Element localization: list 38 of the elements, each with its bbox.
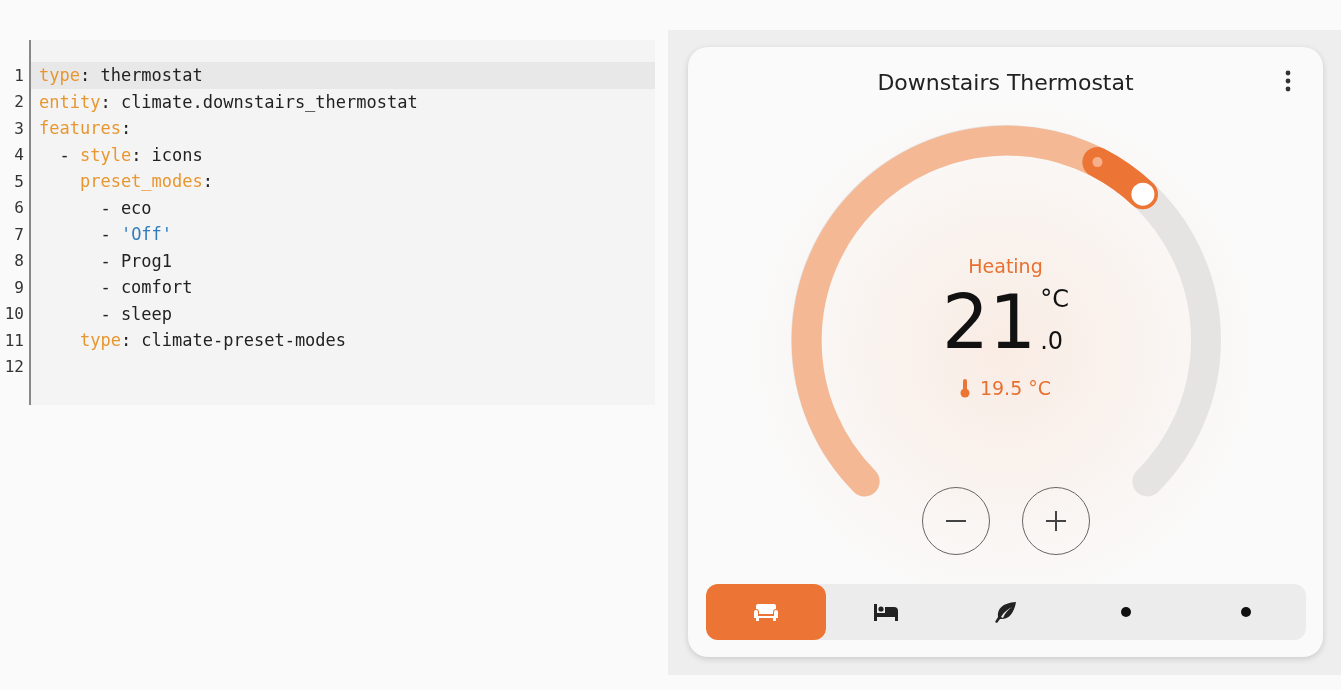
target-temperature: 21 [942,285,1037,359]
code-line: - sleep [99,303,173,324]
minus-icon [945,520,966,522]
hvac-action: Heating [968,255,1043,277]
target-decimal: .0 [1040,327,1065,355]
line-number: 5 [13,171,24,191]
line-number: 10 [3,304,24,324]
dot-icon [1240,607,1251,617]
code-line: - 'Off' [99,224,173,245]
line-number: 4 [13,145,24,165]
code-line: features: [38,118,132,139]
plus-icon [1045,511,1066,531]
line-number: 3 [13,118,24,138]
code-line: - comfort [99,277,193,298]
leaf-icon [993,601,1018,623]
line-number: 6 [13,198,24,218]
bed-icon [872,603,899,621]
dot-icon [1120,607,1131,617]
more-options-icon[interactable] [1285,70,1291,92]
code-line: type: thermostat [38,65,203,86]
code-line: - style: icons [58,144,203,165]
line-number: 11 [3,330,24,350]
sofa-icon [752,602,779,622]
line-number: 9 [13,277,24,297]
card-title: Downstairs Thermostat [877,69,1134,95]
code-line: entity: climate.downstairs_thermostat [38,91,418,112]
code-line: preset_modes: [78,171,213,192]
code-line: - eco [99,197,152,218]
line-number: 7 [13,224,24,244]
code-line: type: climate-preset-modes [78,330,347,351]
current-temperature: 19.5 °C [979,377,1052,399]
code-line: - Prog1 [99,250,173,271]
line-number: 1 [13,65,24,85]
line-number: 12 [3,357,24,377]
thermometer-icon [959,378,970,398]
temperature-unit: °C [1040,285,1069,313]
line-number: 8 [13,251,24,271]
line-number: 2 [13,92,24,112]
